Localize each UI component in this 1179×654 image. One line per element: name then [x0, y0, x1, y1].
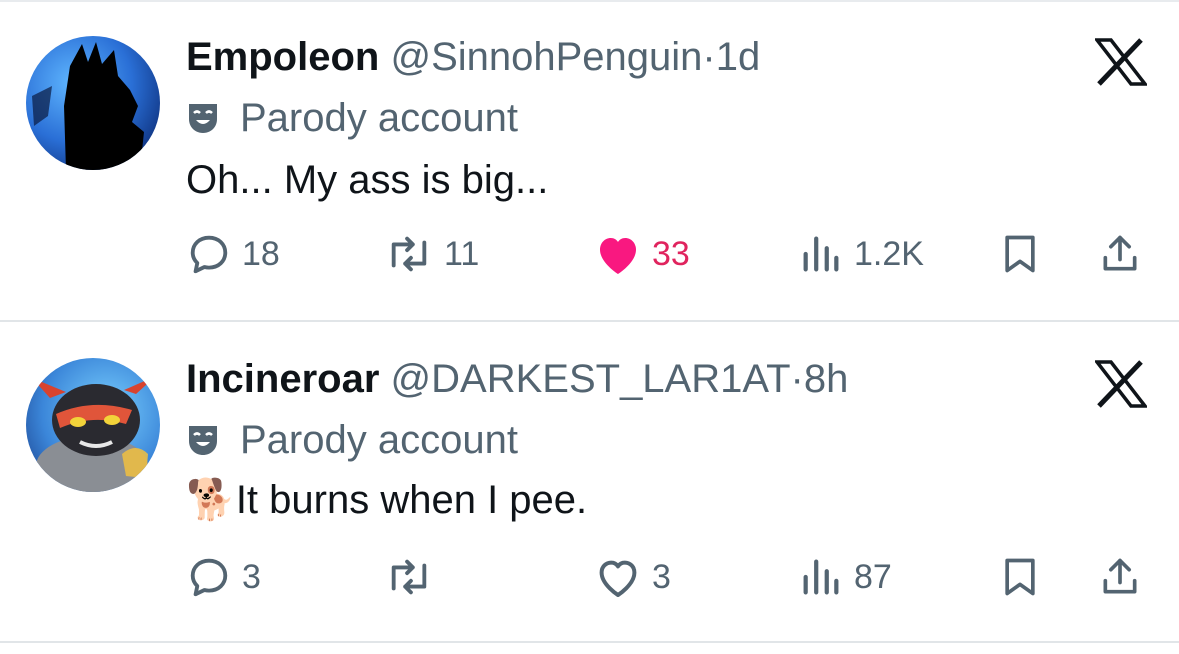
parody-label: Parody account: [186, 94, 518, 142]
like-button[interactable]: 3: [594, 552, 671, 602]
repost-icon: [391, 236, 427, 272]
post-empoleon[interactable]: Empoleon @SinnohPenguin·1d Parody accoun…: [0, 0, 1179, 322]
like-button[interactable]: 33: [594, 229, 690, 279]
action-bar: 3 3 87: [186, 552, 1146, 602]
post-text: Oh... My ass is big...: [186, 158, 549, 202]
views-chart-icon: [803, 236, 839, 272]
x-logo-icon: [1093, 38, 1149, 86]
like-count: 3: [652, 557, 671, 596]
action-bar: 18 11 33 1.2K: [186, 229, 1146, 279]
separator-dot: ·: [790, 357, 804, 401]
repost-button[interactable]: [384, 552, 444, 602]
share-icon: [1103, 235, 1137, 271]
user-handle[interactable]: @SinnohPenguin: [390, 35, 702, 79]
avatar[interactable]: [26, 358, 160, 492]
user-handle[interactable]: @DARKEST_LAR1AT: [391, 357, 791, 401]
theater-mask-icon: [186, 420, 220, 455]
post-time[interactable]: 8h: [804, 357, 849, 401]
heart-outline-icon: [599, 560, 637, 597]
bookmark-button[interactable]: [998, 552, 1042, 602]
post-header: Incineroar @DARKEST_LAR1AT·8h: [186, 355, 848, 403]
bookmark-button[interactable]: [998, 229, 1042, 279]
parody-label-text: Parody account: [240, 96, 518, 140]
share-button[interactable]: [1098, 229, 1142, 279]
post-incineroar[interactable]: Incineroar @DARKEST_LAR1AT·8h Parody acc…: [0, 322, 1179, 642]
reply-count: 3: [242, 557, 261, 596]
post-divider: [0, 641, 1179, 643]
views-chart-icon: [803, 559, 839, 595]
reply-icon: [190, 235, 228, 274]
heart-filled-icon: [600, 238, 636, 274]
bookmark-icon: [1005, 558, 1035, 596]
reply-count: 18: [242, 234, 280, 273]
share-icon: [1103, 558, 1137, 594]
bookmark-icon: [1005, 235, 1035, 273]
avatar[interactable]: [26, 36, 160, 170]
reply-icon: [190, 558, 228, 597]
view-count: 87: [854, 557, 892, 596]
views-button[interactable]: 1.2K: [798, 229, 924, 279]
reply-button[interactable]: 18: [186, 229, 280, 279]
dog-emoji: 🐕: [186, 478, 236, 522]
separator-dot: ·: [702, 35, 716, 79]
repost-count: 11: [444, 234, 480, 273]
like-count: 33: [652, 234, 690, 273]
parody-label-text: Parody account: [240, 418, 518, 462]
theater-mask-icon: [186, 98, 220, 133]
x-logo-icon: [1093, 360, 1149, 408]
post-time[interactable]: 1d: [716, 35, 761, 79]
repost-icon: [391, 559, 427, 595]
display-name[interactable]: Empoleon: [186, 35, 379, 79]
reply-button[interactable]: 3: [186, 552, 261, 602]
display-name[interactable]: Incineroar: [186, 357, 379, 401]
post-header: Empoleon @SinnohPenguin·1d: [186, 33, 760, 81]
parody-label: Parody account: [186, 416, 518, 464]
post-text-row: 🐕It burns when I pee.: [186, 476, 587, 524]
view-count: 1.2K: [854, 234, 924, 273]
repost-button[interactable]: 11: [384, 229, 479, 279]
post-text: It burns when I pee.: [235, 478, 588, 522]
share-button[interactable]: [1098, 552, 1142, 602]
views-button[interactable]: 87: [798, 552, 892, 602]
